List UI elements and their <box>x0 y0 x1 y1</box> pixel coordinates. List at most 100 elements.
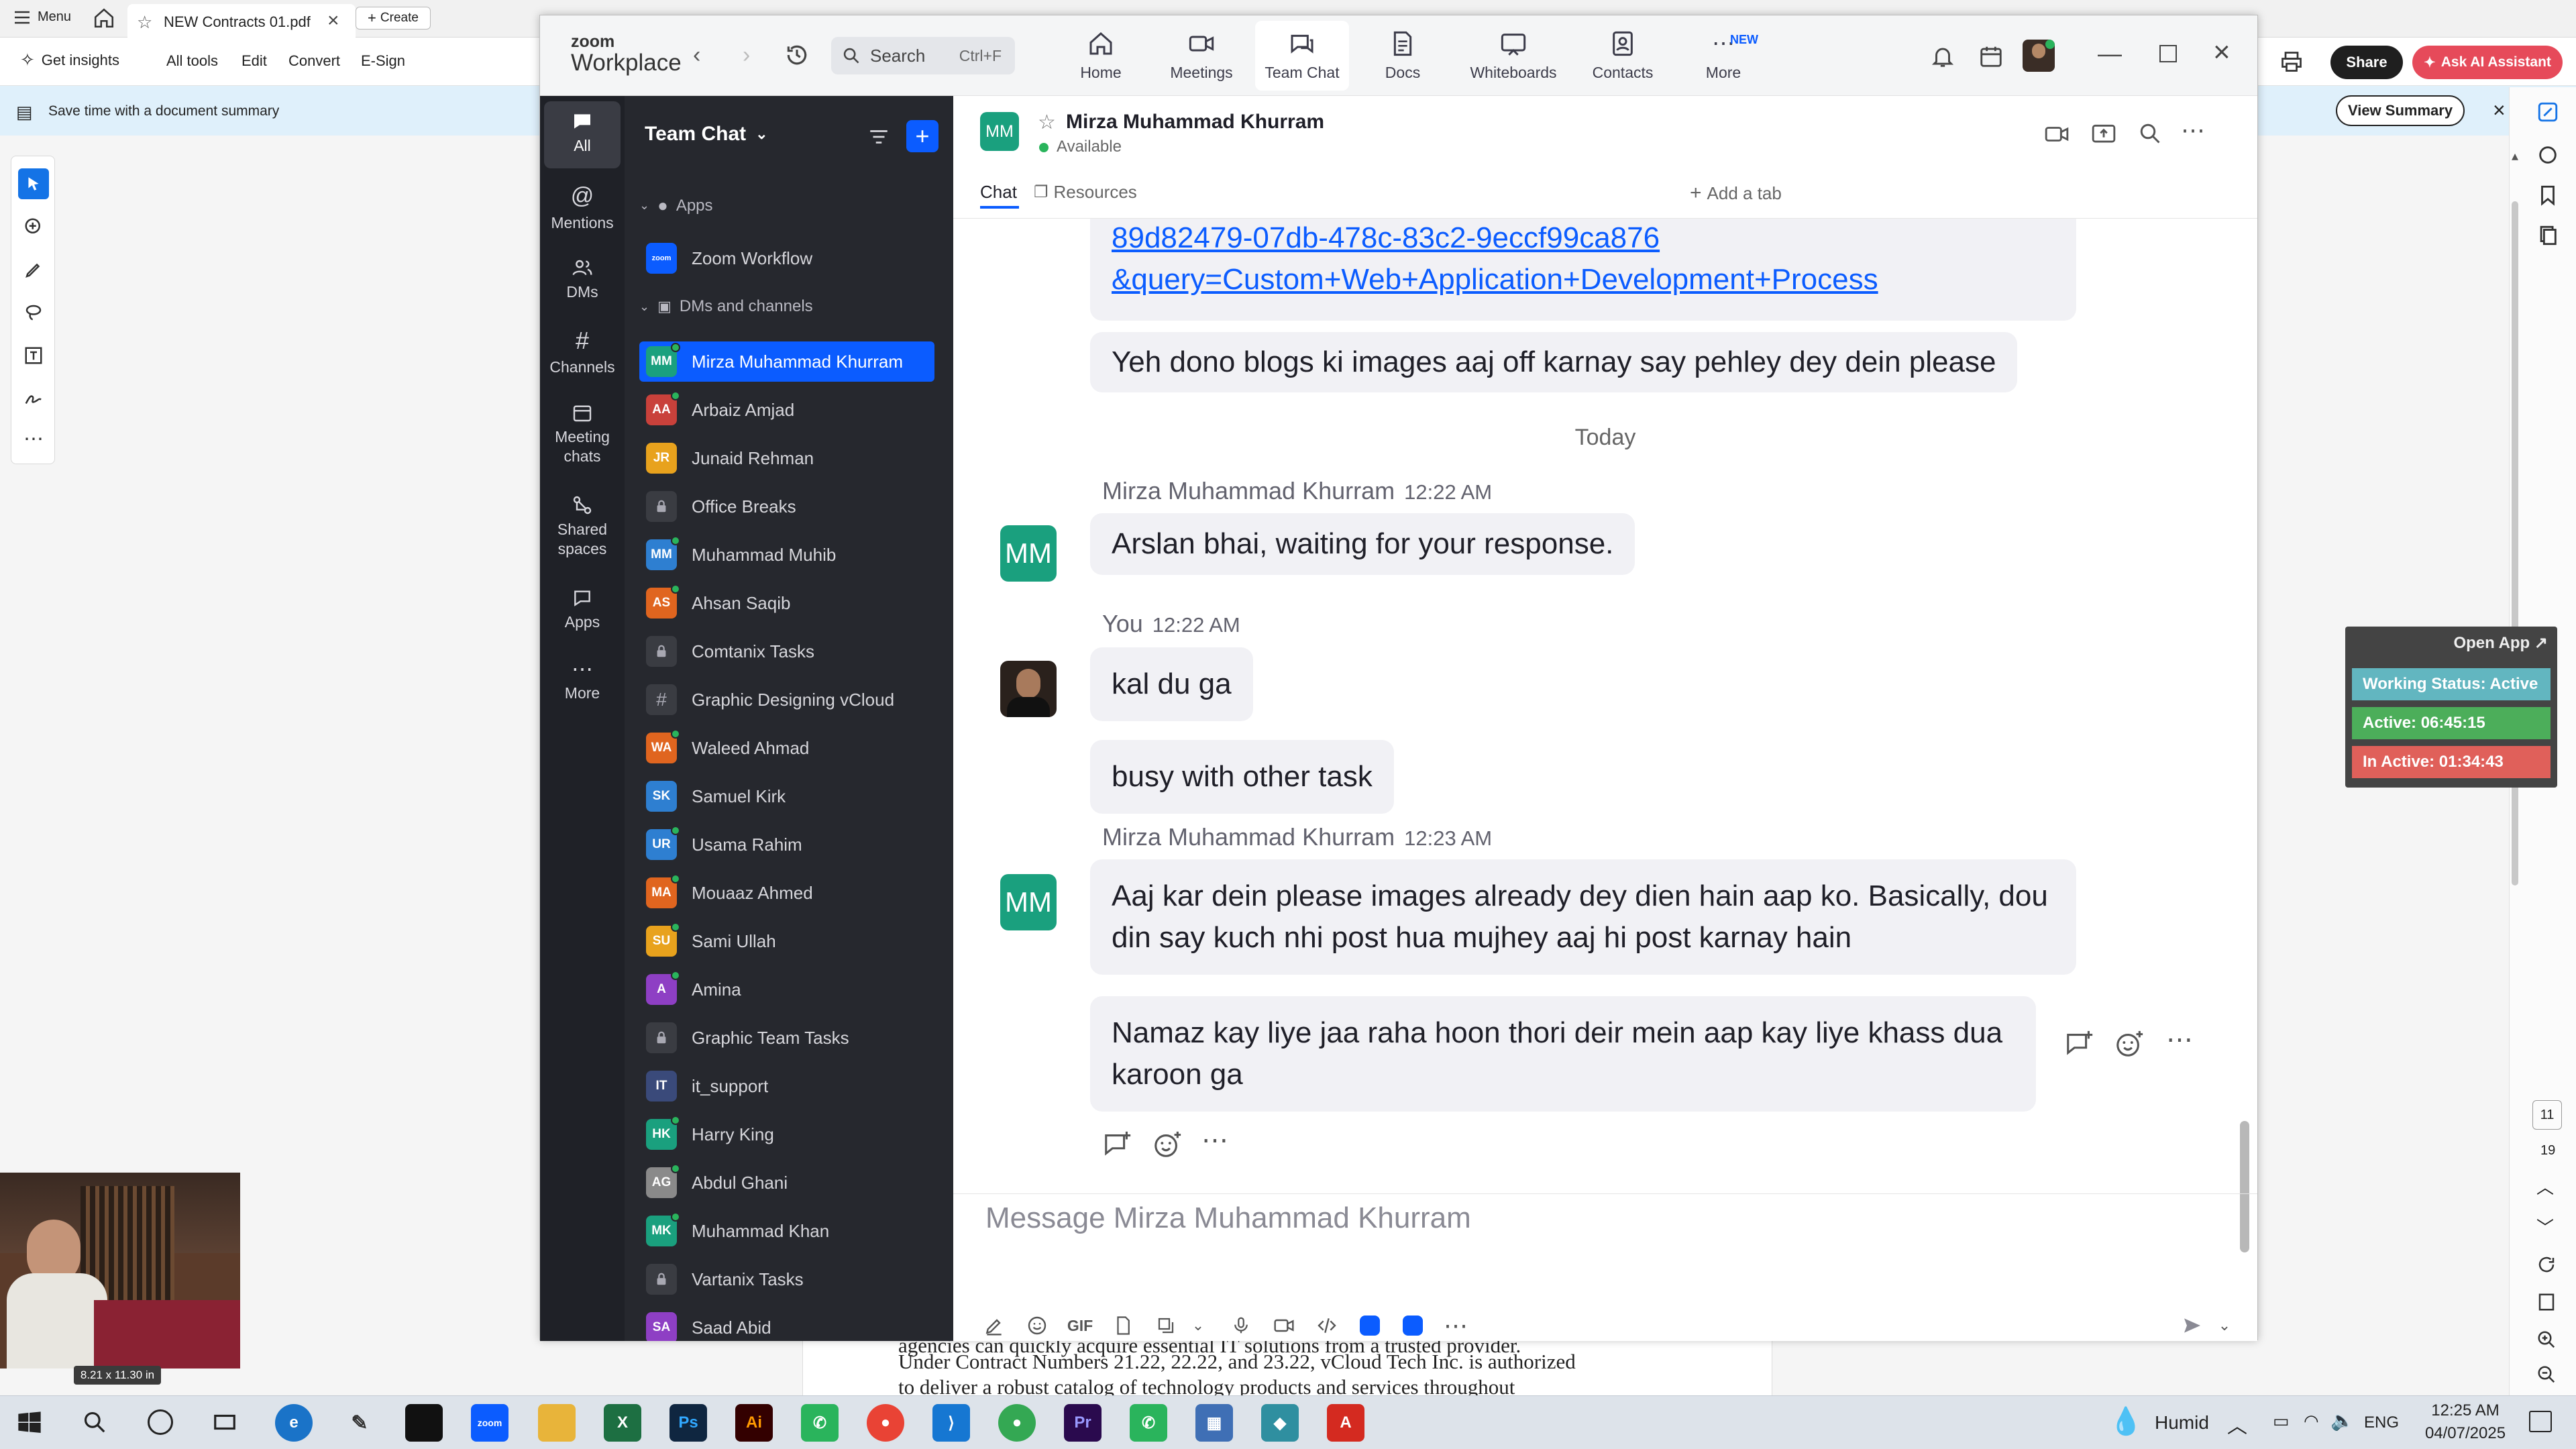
contact-name[interactable]: Mirza Muhammad Khurram <box>1066 111 1324 133</box>
illustrator-icon[interactable]: Ai <box>735 1404 773 1442</box>
nav-team-chat[interactable]: Team Chat <box>1255 21 1349 91</box>
open-app-link[interactable]: Open App ↗ <box>2453 633 2548 653</box>
add-reaction-icon[interactable] <box>1152 1129 1183 1160</box>
cortana-icon[interactable] <box>148 1409 173 1435</box>
tab-resources[interactable]: ❐ Resources <box>1034 182 1137 203</box>
sidebar-item-zoom-workflow[interactable]: zoom Zoom Workflow <box>639 238 934 278</box>
file-explorer-icon[interactable] <box>538 1404 576 1442</box>
task-view-icon[interactable] <box>212 1409 237 1435</box>
tab-chat[interactable]: Chat <box>980 182 1017 203</box>
my-avatar[interactable] <box>1000 661 1057 717</box>
reply-thread-icon[interactable] <box>1102 1129 1133 1160</box>
nav-meetings[interactable]: Meetings <box>1155 21 1248 91</box>
sidebar-item-graphic-team-tasks[interactable]: Graphic Team Tasks <box>639 1018 934 1058</box>
sidebar-item-abdul-ghani[interactable]: AG Abdul Ghani <box>639 1163 934 1203</box>
sidebar-item-graphic-designing-vcloud[interactable]: # Graphic Designing vCloud <box>639 680 934 720</box>
zoom-taskbar-icon[interactable]: zoom <box>471 1404 508 1442</box>
save-page-icon[interactable] <box>2536 1292 2557 1312</box>
chevron-down-icon[interactable]: ﹀ <box>2536 1214 2554 1239</box>
rail-mentions[interactable]: @ Mentions <box>540 183 625 233</box>
composer-more-icon[interactable]: ⋯ <box>1442 1311 1470 1340</box>
sidebar-item-comtanix-tasks[interactable]: Comtanix Tasks <box>639 631 934 672</box>
nav-whiteboards[interactable]: Whiteboards <box>1456 21 1570 91</box>
calendar-icon[interactable] <box>1978 44 2004 69</box>
volume-icon[interactable]: 🔈 <box>2330 1409 2354 1432</box>
history-icon[interactable] <box>784 42 810 68</box>
weather-text[interactable]: Humid <box>2155 1412 2209 1434</box>
forward-arrow-icon[interactable]: › <box>743 42 750 68</box>
pen-tool-icon[interactable] <box>18 254 49 285</box>
rail-shared-spaces[interactable]: Shared spaces <box>540 494 625 559</box>
premiere-icon[interactable]: Pr <box>1064 1404 1102 1442</box>
minimize-icon[interactable]: — <box>2098 40 2122 68</box>
taskbar-date[interactable]: 04/07/2025 <box>2419 1424 2512 1443</box>
wifi-icon[interactable]: ◠ <box>2304 1411 2319 1432</box>
share-button[interactable]: Share <box>2330 46 2403 79</box>
get-insights-button[interactable]: ✧ Get insights <box>20 50 119 70</box>
dms-section-header[interactable]: ⌄ ▣ DMs and channels <box>639 297 813 316</box>
zoom-app-button-icon[interactable] <box>1356 1311 1384 1340</box>
notification-bell-icon[interactable] <box>1930 44 1955 69</box>
pdf-menu-button[interactable]: Menu <box>13 9 71 25</box>
message-more-icon[interactable]: ⋯ <box>2166 1024 2193 1055</box>
rail-apps[interactable]: Apps <box>540 587 625 632</box>
new-chat-button[interactable]: + <box>906 120 938 152</box>
pen-app-icon[interactable]: ✎ <box>341 1404 378 1442</box>
microphone-icon[interactable] <box>1227 1311 1255 1340</box>
convert-menu[interactable]: Convert <box>288 52 340 70</box>
excel-icon[interactable]: X <box>604 1404 641 1442</box>
pages-panel-icon[interactable] <box>2536 224 2559 247</box>
create-button[interactable]: + Create <box>356 7 431 30</box>
gif-button[interactable]: GIF <box>1066 1311 1094 1340</box>
all-tools-menu[interactable]: All tools <box>166 52 218 70</box>
sidebar-item-ahsan-saqib[interactable]: AS Ahsan Saqib <box>639 583 934 623</box>
pdf-document-tab[interactable]: ☆ NEW Contracts 01.pdf × <box>127 4 356 38</box>
weather-icon[interactable]: 💧 <box>2109 1405 2143 1437</box>
zoom-out-icon[interactable] <box>2536 1364 2557 1385</box>
ai-assistant-button[interactable]: ✦ Ask AI Assistant <box>2412 46 2563 79</box>
sidebar-item-junaid-rehman[interactable]: JR Junaid Rehman <box>639 438 934 478</box>
apps-section-header[interactable]: ⌄ ● Apps <box>639 195 713 216</box>
add-tab-button[interactable]: + Add a tab <box>1690 182 1782 205</box>
sidebar-item-office-breaks[interactable]: Office Breaks <box>639 486 934 527</box>
close-banner-icon[interactable]: × <box>2493 98 2506 123</box>
phone-app-icon[interactable]: ✆ <box>801 1404 839 1442</box>
emoji-icon[interactable] <box>1023 1311 1051 1340</box>
nav-docs[interactable]: Docs <box>1356 21 1450 91</box>
profile-avatar[interactable] <box>2023 40 2055 72</box>
sender-avatar[interactable]: MM <box>1000 525 1057 582</box>
sidebar-item-waleed-ahmad[interactable]: WA Waleed Ahmad <box>639 728 934 768</box>
lasso-tool-icon[interactable] <box>18 297 49 328</box>
nav-contacts[interactable]: Contacts <box>1576 21 1670 91</box>
more-tools-icon[interactable]: ⋯ <box>18 423 49 454</box>
video-preview[interactable] <box>0 1173 240 1368</box>
filter-icon[interactable] <box>867 125 890 148</box>
print-icon[interactable] <box>2279 50 2304 74</box>
comments-panel-icon[interactable] <box>2536 144 2559 166</box>
sidebar-item-saad-abid[interactable]: SA Saad Abid <box>639 1307 934 1341</box>
favorite-star-icon[interactable]: ☆ <box>1038 111 1056 134</box>
zoom-in-icon[interactable] <box>2536 1330 2557 1350</box>
nav-more[interactable]: ⋯ More NEW <box>1676 21 1770 91</box>
more-options-icon[interactable]: ⋯ <box>2181 116 2205 144</box>
edge-icon[interactable]: e <box>275 1404 313 1442</box>
chevron-up-icon[interactable]: ︿ <box>2536 1174 2554 1199</box>
language-indicator[interactable]: ENG <box>2364 1413 2399 1432</box>
zoom-search[interactable]: Search Ctrl+F <box>831 37 1015 74</box>
chrome-icon[interactable]: ● <box>867 1404 904 1442</box>
refresh-icon[interactable] <box>2536 1254 2557 1275</box>
nav-home[interactable]: Home <box>1054 21 1148 91</box>
rail-dms[interactable]: DMs <box>540 257 625 302</box>
close-window-icon[interactable]: × <box>2213 36 2231 69</box>
sidebar-item-it-support[interactable]: IT it_support <box>639 1066 934 1106</box>
sidebar-item-harry-king[interactable]: HK Harry King <box>639 1114 934 1155</box>
vscode-icon[interactable]: ⟩ <box>932 1404 970 1442</box>
network-icon[interactable]: ▭ <box>2273 1411 2290 1432</box>
terminal-icon[interactable] <box>405 1404 443 1442</box>
sidebar-item-usama-rahim[interactable]: UR Usama Rahim <box>639 824 934 865</box>
sign-tool-icon[interactable] <box>18 383 49 414</box>
screenshot-icon[interactable] <box>1152 1311 1180 1340</box>
page-number-input[interactable]: 11 <box>2532 1100 2562 1130</box>
close-tab-icon[interactable]: × <box>327 9 339 32</box>
sidebar-item-samuel-kirk[interactable]: SK Samuel Kirk <box>639 776 934 816</box>
